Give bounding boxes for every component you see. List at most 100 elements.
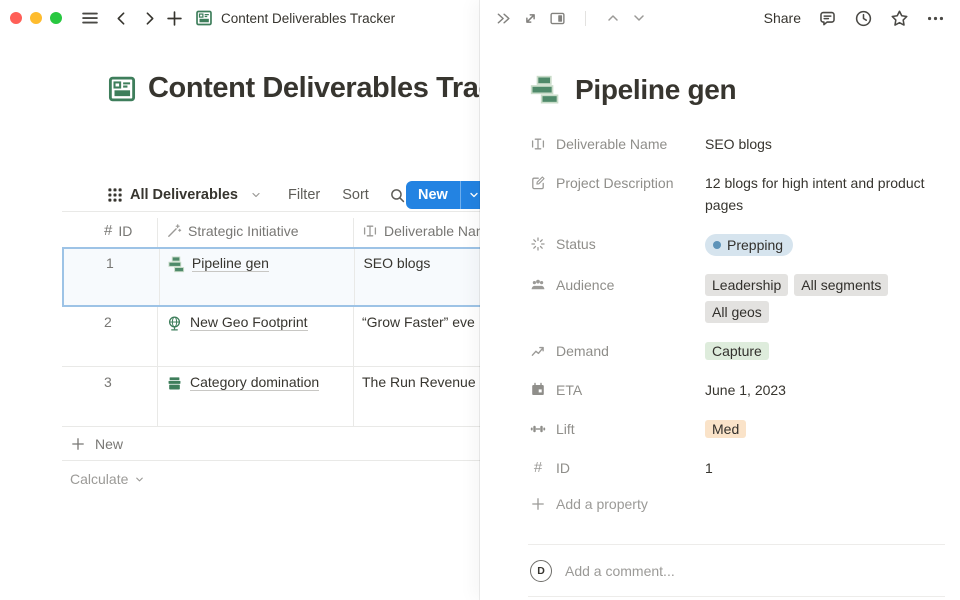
title-icon — [530, 136, 546, 152]
demand-tag: Capture — [705, 342, 769, 360]
cell-id[interactable]: 1 — [64, 249, 160, 305]
comments-icon[interactable] — [818, 9, 837, 28]
minimize-window-button[interactable] — [30, 12, 42, 24]
panel-bottom-divider — [528, 596, 945, 597]
property-label[interactable]: Demand — [530, 340, 705, 362]
add-property-button[interactable]: Add a property — [530, 496, 944, 512]
back-chevron-icon[interactable] — [113, 10, 130, 27]
record-title[interactable]: Pipeline gen — [575, 74, 736, 106]
view-toolbar: All Deliverables Filter Sort — [107, 180, 442, 210]
property-label[interactable]: Deliverable Name — [530, 133, 705, 155]
previous-record-chevron-up-icon[interactable] — [605, 10, 621, 26]
filter-button[interactable]: Filter — [288, 187, 320, 203]
close-peek-double-chevron-icon[interactable] — [495, 10, 512, 27]
cell-id[interactable]: 3 — [62, 367, 158, 426]
more-ellipsis-icon[interactable] — [926, 9, 945, 28]
property-value[interactable]: Capture — [705, 340, 769, 362]
property-row-lift: Lift Med — [530, 418, 944, 440]
next-record-chevron-down-icon[interactable] — [631, 10, 647, 26]
close-window-button[interactable] — [10, 12, 22, 24]
add-row-label: New — [95, 436, 123, 452]
chevron-down-icon — [468, 189, 480, 201]
favorite-star-icon[interactable] — [890, 9, 909, 28]
comment-placeholder: Add a comment... — [565, 563, 675, 579]
cell-id[interactable]: 2 — [62, 307, 158, 366]
record-link[interactable]: Category domination — [190, 374, 319, 391]
cell-strategic-initiative[interactable]: New Geo Footprint — [158, 307, 354, 366]
property-value[interactable]: 1 — [705, 457, 713, 479]
new-button-label[interactable]: New — [406, 187, 460, 203]
open-as-sidebar-icon[interactable] — [549, 10, 566, 27]
column-header-id[interactable]: # ID — [62, 218, 158, 247]
property-label[interactable]: Lift — [530, 418, 705, 440]
property-row-id: # ID 1 — [530, 457, 944, 479]
view-selector[interactable]: All Deliverables — [107, 187, 262, 203]
cell-strategic-initiative[interactable]: Category domination — [158, 367, 354, 426]
wand-icon — [166, 223, 182, 239]
record-link[interactable]: New Geo Footprint — [190, 314, 308, 331]
user-avatar: D — [530, 560, 552, 582]
property-row-status: Status Prepping — [530, 233, 944, 256]
search-icon[interactable] — [389, 187, 406, 204]
calculate-label: Calculate — [70, 471, 128, 487]
property-list: Deliverable Name SEO blogs Project Descr… — [530, 133, 944, 512]
property-value[interactable]: Med — [705, 418, 746, 440]
traffic-lights — [10, 12, 62, 24]
audience-tag: All segments — [794, 274, 888, 296]
menu-hamburger-icon[interactable] — [80, 8, 100, 28]
trending-chart-icon — [530, 343, 546, 359]
pipeline-bars-icon — [168, 256, 185, 273]
property-value[interactable]: Prepping — [705, 233, 793, 256]
add-property-label: Add a property — [556, 496, 648, 512]
new-tab-plus-icon[interactable] — [165, 9, 184, 28]
hash-icon: # — [530, 460, 546, 476]
comment-input[interactable]: D Add a comment... — [530, 556, 944, 586]
property-label[interactable]: Project Description — [530, 172, 705, 194]
chevron-down-icon — [134, 474, 145, 485]
audience-tag: All geos — [705, 301, 769, 323]
property-row-project-description: Project Description 12 blogs for high in… — [530, 172, 944, 216]
property-value[interactable]: SEO blogs — [705, 133, 772, 155]
page-header: Content Deliverables Tracker — [107, 72, 537, 105]
view-name: All Deliverables — [130, 187, 238, 203]
property-value[interactable]: Leadership All segments All geos — [705, 274, 925, 323]
property-label[interactable]: Audience — [530, 274, 705, 296]
new-record-button[interactable]: New — [406, 181, 487, 209]
page-database-icon[interactable] — [107, 74, 137, 104]
forward-chevron-icon[interactable] — [141, 10, 158, 27]
people-icon — [530, 277, 546, 293]
property-row-demand: Demand Capture — [530, 340, 944, 362]
pipeline-bars-icon[interactable] — [530, 75, 560, 105]
cell-strategic-initiative[interactable]: Pipeline gen — [160, 249, 356, 305]
record-peek-panel: Share Pipeline ge — [480, 0, 960, 600]
title-icon — [362, 223, 378, 239]
sort-button[interactable]: Sort — [342, 187, 369, 203]
property-row-deliverable-name: Deliverable Name SEO blogs — [530, 133, 944, 155]
property-row-audience: Audience Leadership All segments All geo… — [530, 274, 944, 323]
books-stack-icon — [166, 375, 183, 392]
window-title: Content Deliverables Tracker — [221, 11, 395, 26]
share-button[interactable]: Share — [764, 10, 801, 26]
property-value[interactable]: 12 blogs for high intent and product pag… — [705, 172, 925, 216]
plus-icon — [530, 496, 546, 512]
lift-tag: Med — [705, 420, 746, 438]
record-link[interactable]: Pipeline gen — [192, 255, 269, 272]
globe-icon — [166, 315, 183, 332]
column-header-strategic-initiative[interactable]: Strategic Initiative — [158, 218, 354, 247]
hash-icon: # — [104, 223, 112, 239]
dumbbell-icon — [530, 421, 546, 437]
updates-clock-icon[interactable] — [854, 9, 873, 28]
calendar-icon — [530, 382, 546, 398]
panel-toolbar: Share — [480, 0, 960, 36]
property-label[interactable]: ETA — [530, 379, 705, 401]
database-page-icon — [195, 9, 213, 27]
plus-icon — [70, 436, 86, 452]
expand-page-icon[interactable] — [522, 10, 539, 27]
status-pill: Prepping — [705, 234, 793, 256]
toolbar-separator — [585, 11, 586, 26]
page-title[interactable]: Content Deliverables Tracker — [148, 72, 537, 105]
property-label[interactable]: # ID — [530, 457, 705, 479]
property-value[interactable]: June 1, 2023 — [705, 379, 786, 401]
zoom-window-button[interactable] — [50, 12, 62, 24]
property-label[interactable]: Status — [530, 233, 705, 255]
